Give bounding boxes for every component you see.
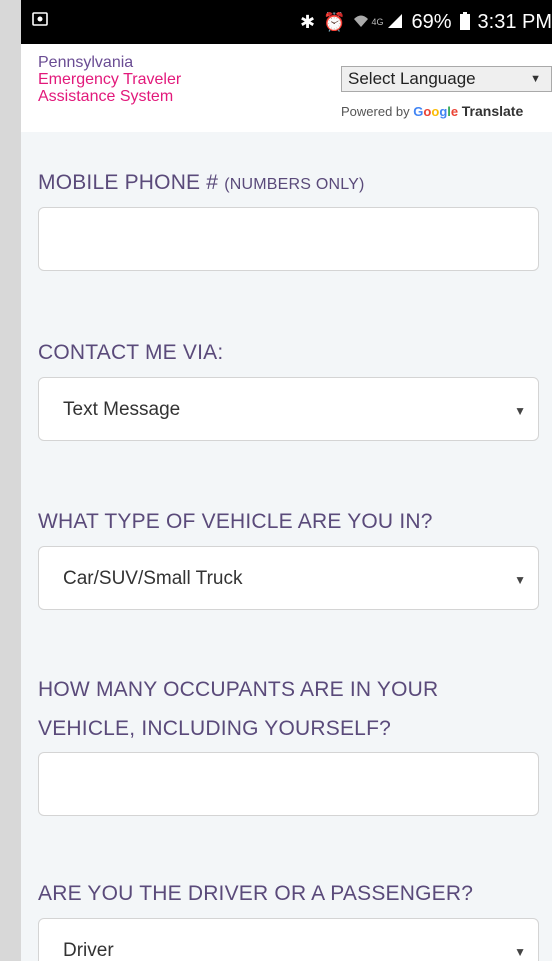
driver-passenger-label: ARE YOU THE DRIVER OR A PASSENGER?: [38, 882, 474, 905]
driver-passenger-value: Driver: [63, 940, 114, 961]
chevron-down-icon: ▼: [514, 573, 526, 587]
status-bar: ✱ ⏰ 4G 69% 3:31 PM: [21, 0, 552, 44]
driver-passenger-select[interactable]: Driver ▼: [38, 918, 539, 961]
mobile-phone-label-text: MOBILE PHONE #: [38, 171, 219, 194]
powered-by-text: Powered by: [341, 104, 410, 119]
google-logo: Google: [413, 104, 459, 119]
vehicle-type-label: WHAT TYPE OF VEHICLE ARE YOU IN?: [38, 510, 433, 533]
screenshot-icon: [32, 12, 48, 26]
bluetooth-icon: ✱: [299, 12, 316, 32]
contact-method-label: CONTACT ME VIA:: [38, 341, 224, 364]
brand-line-2: Emergency Traveler: [38, 71, 182, 88]
mobile-phone-note: (NUMBERS ONLY): [224, 176, 365, 193]
battery-icon: [459, 11, 470, 33]
occupants-label-line-1: HOW MANY OCCUPANTS ARE IN YOUR: [38, 678, 439, 701]
clock: 3:31 PM: [477, 10, 552, 33]
translate-link[interactable]: Translate: [462, 103, 523, 119]
language-select[interactable]: Select Language ▼: [341, 66, 552, 92]
contact-method-value: Text Message: [63, 399, 181, 420]
contact-method-select[interactable]: Text Message ▼: [38, 377, 539, 441]
network-type: 4G: [371, 17, 384, 27]
brand-logo[interactable]: Pennsylvania Emergency Traveler Assistan…: [38, 54, 181, 105]
signal-icon: [387, 13, 403, 32]
brand-line-3: Assistance System: [38, 88, 174, 105]
vehicle-type-select[interactable]: Car/SUV/Small Truck ▼: [38, 546, 539, 610]
wifi-icon: [353, 13, 369, 31]
site-header: Pennsylvania Emergency Traveler Assistan…: [21, 44, 552, 132]
powered-by-google: Powered by Google Translate: [341, 103, 523, 119]
occupants-input[interactable]: [38, 752, 539, 816]
alarm-icon: ⏰: [323, 12, 346, 32]
chevron-down-icon: ▼: [530, 73, 541, 85]
chevron-down-icon: ▼: [514, 404, 526, 418]
chevron-down-icon: ▼: [514, 945, 526, 959]
occupants-label-line-2: VEHICLE, INCLUDING YOURSELF?: [38, 717, 391, 740]
mobile-phone-label: MOBILE PHONE # (NUMBERS ONLY): [38, 163, 365, 204]
brand-line-1: Pennsylvania: [38, 54, 134, 71]
mobile-phone-input[interactable]: [38, 207, 539, 271]
vehicle-type-value: Car/SUV/Small Truck: [63, 568, 243, 589]
phone-screen: ✱ ⏰ 4G 69% 3:31 PM Pennsylvania Emergenc…: [21, 0, 552, 961]
battery-percent: 69%: [411, 10, 452, 33]
language-select-label: Select Language: [348, 69, 476, 88]
status-icons: ✱ ⏰ 4G 69% 3:31 PM: [300, 0, 552, 44]
occupants-label: HOW MANY OCCUPANTS ARE IN YOUR VEHICLE, …: [38, 670, 438, 748]
